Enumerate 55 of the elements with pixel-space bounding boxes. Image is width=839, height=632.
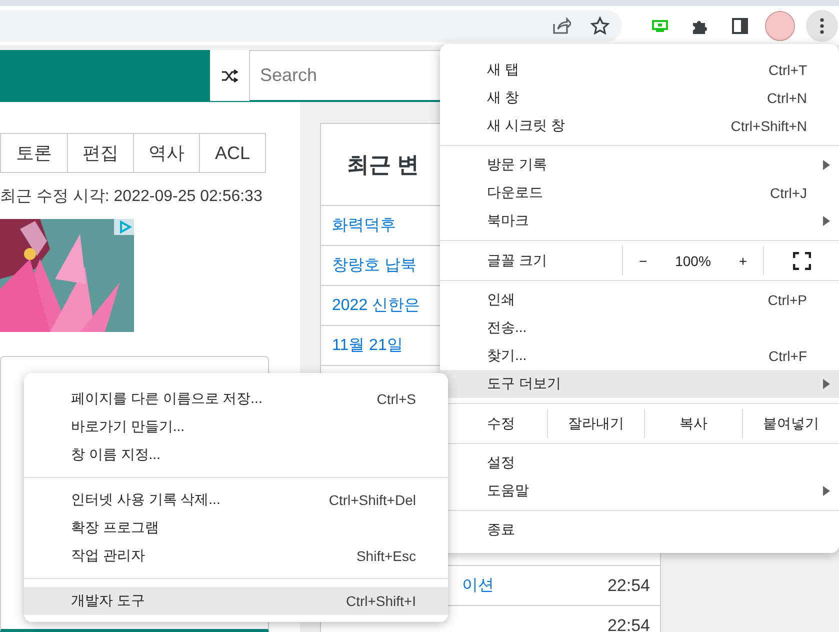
edit-action-button[interactable]: 붙여넣기 [742,409,839,438]
shortcut-label: Ctrl+F [768,348,807,364]
shortcut-label: Ctrl+S [376,391,416,407]
menu-item[interactable]: 작업 관리자 Shift+Esc [24,542,448,570]
menu-item[interactable]: 새 창 Ctrl+N [440,84,839,112]
page-tab[interactable]: ACL [199,133,266,173]
menu-item[interactable]: 찾기... Ctrl+F [440,342,839,370]
submenu-arrow-icon [823,379,830,389]
edit-label: 수정 [486,414,516,432]
menu-item[interactable]: 확장 프로그램 [24,514,448,542]
recent-change-link[interactable]: 이션 [462,575,494,596]
zoom-in-button[interactable]: + [734,252,752,268]
last-modified-text: 최근 수정 시각: 2022-09-25 02:56:33 [0,187,264,207]
menu-button[interactable] [806,10,838,42]
edit-action-button[interactable]: 복사 [644,409,742,438]
bookmark-star-icon[interactable] [590,16,610,36]
menu-item[interactable]: 북마크 [440,207,839,235]
more-vertical-icon[interactable] [820,18,824,34]
shortcut-label: Ctrl+T [768,62,807,78]
recent-change-link[interactable]: 2022 신한은 [332,295,420,316]
play-icon [114,219,134,235]
menu-item[interactable]: 인터넷 사용 기록 삭제... Ctrl+Shift+Del [24,486,448,514]
recent-change-link[interactable]: 화력덕후 [332,215,396,236]
fullscreen-icon[interactable] [792,252,810,270]
change-time: 22:54 [607,576,650,596]
recent-change-link[interactable]: 11월 21일 [332,335,403,356]
shortcut-label: Ctrl+J [770,185,807,201]
shortcut-label: Ctrl+Shift+N [730,118,807,134]
shortcut-label: Ctrl+N [766,90,807,106]
side-panel-icon[interactable] [731,16,749,34]
menu-item[interactable]: 인쇄 Ctrl+P [440,286,839,314]
shortcut-label: Shift+Esc [356,548,416,564]
menu-item[interactable]: 전송... [440,314,839,342]
page-tab[interactable]: 역사 [133,133,200,173]
menu-item[interactable]: 바로가기 만들기... [24,413,448,441]
submenu-arrow-icon [823,216,830,226]
menu-item[interactable]: 창 이름 지정... [24,441,448,469]
zoom-out-button[interactable]: − [634,252,652,268]
recent-change-link[interactable]: 창랑호 납북 [332,255,416,276]
change-time: 22:54 [607,616,650,632]
menu-item[interactable]: 새 탭 Ctrl+T [440,56,839,84]
zoom-level: 100% [675,252,711,268]
shuffle-icon[interactable] [220,68,238,82]
submenu-arrow-icon [823,486,830,496]
share-icon[interactable] [551,16,571,36]
page-tab[interactable]: 편집 [67,133,134,173]
page-tab[interactable]: 토론 [0,133,68,173]
shortcut-label: Ctrl+Shift+Del [328,492,416,508]
menu-item[interactable]: 개발자 도구 Ctrl+Shift+I [24,587,448,615]
menu-item[interactable]: 도구 더보기 [440,370,839,398]
submenu-arrow-icon [823,160,830,170]
shortcut-label: Ctrl+P [768,292,807,308]
edit-action-button[interactable]: 잘라내기 [547,409,644,438]
shortcut-label: Ctrl+Shift+I [346,593,416,609]
zoom-label: 글꼴 크기 [486,250,548,270]
